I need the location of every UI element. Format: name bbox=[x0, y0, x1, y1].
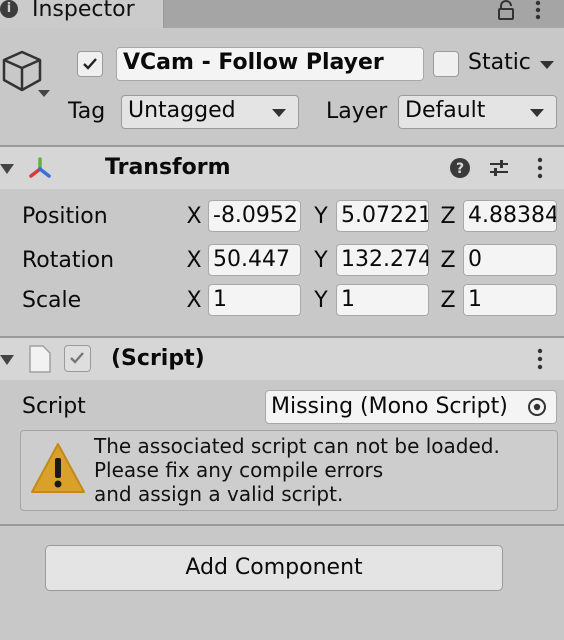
axis-z-label[interactable]: Z bbox=[439, 286, 457, 316]
component-menu-icon[interactable] bbox=[528, 347, 552, 371]
object-picker-icon[interactable] bbox=[527, 397, 547, 417]
svg-text:?: ? bbox=[456, 161, 464, 177]
static-label[interactable]: Static bbox=[468, 48, 531, 78]
axis-x-label[interactable]: X bbox=[185, 286, 203, 316]
axis-y-label[interactable]: Y bbox=[312, 202, 330, 232]
scale-z-field[interactable]: 1 bbox=[463, 284, 557, 316]
tab-menu-icon[interactable] bbox=[528, 0, 548, 20]
layer-dropdown[interactable]: Default bbox=[398, 95, 557, 129]
presets-icon[interactable] bbox=[487, 156, 511, 180]
transform-header[interactable]: Transform ? bbox=[0, 147, 564, 189]
script-enabled-checkbox[interactable] bbox=[64, 345, 91, 372]
gameobject-cube-icon[interactable] bbox=[0, 46, 44, 94]
axis-z-label[interactable]: Z bbox=[439, 202, 457, 232]
active-checkbox[interactable] bbox=[77, 51, 103, 77]
axis-x-label[interactable]: X bbox=[185, 246, 203, 276]
info-icon: i bbox=[0, 0, 18, 18]
static-checkbox[interactable] bbox=[433, 51, 459, 77]
script-file-icon bbox=[29, 345, 51, 373]
scale-label: Scale bbox=[22, 288, 82, 313]
divider bbox=[0, 524, 564, 526]
object-name-field[interactable]: VCam - Follow Player bbox=[116, 47, 424, 81]
transform-axes-icon bbox=[29, 157, 51, 178]
transform-title: Transform bbox=[105, 155, 231, 180]
scale-y-field[interactable]: 1 bbox=[336, 284, 429, 316]
position-label: Position bbox=[22, 204, 108, 229]
rotation-y-field[interactable]: 132.2745 bbox=[336, 244, 429, 276]
tab-title: Inspector bbox=[32, 0, 135, 22]
axis-y-label[interactable]: Y bbox=[312, 286, 330, 316]
axis-y-label[interactable]: Y bbox=[312, 246, 330, 276]
foldout-arrow-icon[interactable] bbox=[0, 164, 14, 174]
axis-x-label[interactable]: X bbox=[185, 202, 203, 232]
tag-label: Tag bbox=[68, 99, 106, 124]
rotation-z-field[interactable]: 0 bbox=[463, 244, 557, 276]
checkmark-icon bbox=[83, 58, 97, 70]
tag-value: Untagged bbox=[128, 98, 236, 123]
help-icon[interactable]: ? bbox=[448, 156, 472, 180]
tag-dropdown[interactable]: Untagged bbox=[121, 95, 299, 129]
rotation-x-field[interactable]: 50.447 bbox=[208, 244, 301, 276]
script-component-title: (Script) bbox=[111, 346, 205, 371]
position-y-field[interactable]: 5.07221 bbox=[336, 200, 429, 232]
script-field-label: Script bbox=[22, 394, 86, 419]
component-menu-icon[interactable] bbox=[528, 156, 552, 180]
lock-icon[interactable] bbox=[496, 0, 516, 20]
warning-line: and assign a valid script. bbox=[94, 482, 344, 506]
warning-line: The associated script can not be loaded. bbox=[94, 434, 500, 458]
position-z-field[interactable]: 4.88384 bbox=[463, 200, 557, 232]
layer-label: Layer bbox=[326, 99, 388, 124]
warning-line: Please fix any compile errors bbox=[94, 458, 384, 482]
position-x-field[interactable]: -8.0952 bbox=[208, 200, 301, 232]
tab-inspector[interactable]: i Inspector bbox=[0, 0, 164, 28]
add-component-button[interactable]: Add Component bbox=[45, 545, 503, 591]
foldout-arrow-icon[interactable] bbox=[0, 355, 14, 365]
chevron-down-icon bbox=[272, 109, 286, 117]
script-object-field[interactable]: Missing (Mono Script) bbox=[265, 390, 557, 424]
icon-picker-caret-icon[interactable] bbox=[38, 90, 50, 97]
warning-icon bbox=[31, 443, 85, 493]
chevron-down-icon bbox=[530, 109, 544, 117]
scale-x-field[interactable]: 1 bbox=[208, 284, 301, 316]
script-component-header[interactable]: (Script) bbox=[0, 338, 564, 380]
checkmark-icon bbox=[70, 352, 84, 364]
warning-message: The associated script can not be loaded.… bbox=[94, 434, 500, 506]
static-dropdown-icon[interactable] bbox=[540, 61, 554, 69]
rotation-label: Rotation bbox=[22, 248, 115, 273]
layer-value: Default bbox=[405, 98, 486, 123]
axis-z-label[interactable]: Z bbox=[439, 246, 457, 276]
